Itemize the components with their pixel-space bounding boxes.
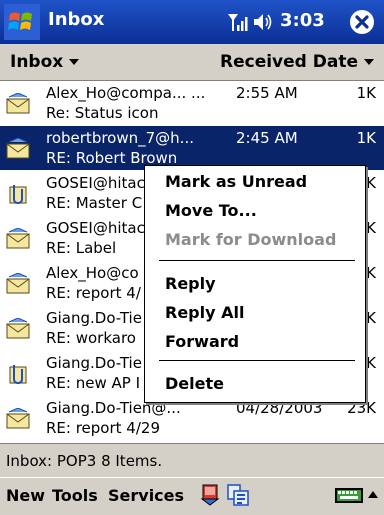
message-sender: GOSEI@hitac — [46, 219, 145, 237]
message-sender: Giang.Do-Tie — [46, 354, 142, 372]
windows-start-icon[interactable] — [4, 4, 40, 40]
envelope-icon — [6, 137, 32, 160]
command-bar: New Tools Services — [0, 477, 384, 515]
envelope-icon — [6, 227, 32, 250]
envelope-icon — [6, 317, 32, 340]
message-subject: RE: workaro — [46, 329, 136, 347]
connectivity-icon[interactable] — [226, 11, 248, 33]
attachment-icon — [6, 183, 32, 205]
sort-dropdown-label: Received Date — [220, 52, 358, 72]
folder-view-icon[interactable] — [226, 483, 250, 507]
close-icon[interactable] — [348, 8, 376, 36]
volume-icon[interactable] — [252, 11, 274, 33]
send-receive-icon[interactable] — [198, 483, 222, 507]
message-size: 1K — [356, 129, 376, 147]
input-panel-arrow-icon[interactable] — [366, 483, 380, 507]
new-menu[interactable]: New — [6, 486, 45, 505]
status-bar: Inbox: POP3 8 Items. — [0, 443, 384, 478]
attachment-icon — [6, 363, 32, 385]
envelope-icon — [6, 92, 32, 115]
message-subject: RE: report 4/29 — [46, 419, 160, 437]
message-subject: RE: report 4/ — [46, 284, 141, 302]
tools-menu[interactable]: Tools — [52, 486, 98, 505]
message-time: 2:55 AM — [236, 84, 298, 102]
message-sender: Giang.Do-Tie — [46, 309, 142, 327]
menu-item-move-to[interactable]: Move To... — [165, 201, 257, 220]
list-header: Inbox Received Date — [0, 44, 384, 81]
menu-separator — [159, 360, 355, 361]
envelope-icon — [6, 407, 32, 430]
chevron-down-icon — [69, 59, 80, 65]
menu-item-mark-for-download: Mark for Download — [165, 230, 337, 249]
menu-item-delete[interactable]: Delete — [165, 374, 224, 393]
window-title: Inbox — [48, 9, 105, 30]
message-sender: Alex_Ho@compa... ... — [46, 84, 206, 102]
title-bar: Inbox 3:03 — [0, 0, 384, 44]
message-row-selected[interactable]: robertbrown_7@h... 2:45 AM 1K RE: Robert… — [0, 126, 384, 170]
message-size: K — [366, 174, 376, 192]
envelope-icon — [6, 272, 32, 295]
menu-separator — [159, 260, 355, 261]
services-menu[interactable]: Services — [108, 486, 184, 505]
menu-item-reply-all[interactable]: Reply All — [165, 303, 244, 322]
menu-item-forward[interactable]: Forward — [165, 332, 239, 351]
status-text: Inbox: POP3 8 Items. — [6, 452, 163, 470]
message-subject: RE: new AP I — [46, 374, 140, 392]
menu-item-mark-as-unread[interactable]: Mark as Unread — [165, 172, 307, 191]
pocket-pc-inbox-screen: Inbox 3:03 Inbox Received Date Alex_Ho@c… — [0, 0, 384, 515]
clock[interactable]: 3:03 — [280, 10, 325, 31]
message-time: 2:45 AM — [236, 129, 298, 147]
menu-item-reply[interactable]: Reply — [165, 274, 216, 293]
folder-dropdown-label: Inbox — [10, 52, 64, 72]
message-row[interactable]: Alex_Ho@compa... ... 2:55 AM 1K Re: Stat… — [0, 81, 384, 125]
message-subject: RE: Label — [46, 239, 117, 257]
chevron-down-icon — [364, 59, 374, 65]
message-subject: RE: Master C — [46, 194, 143, 212]
message-subject: Re: Status icon — [46, 104, 159, 122]
sort-dropdown[interactable]: Received Date — [220, 52, 374, 72]
folder-dropdown[interactable]: Inbox — [10, 52, 80, 72]
message-sender: robertbrown_7@h... — [46, 129, 194, 147]
message-size: 1K — [356, 84, 376, 102]
message-sender: Alex_Ho@co — [46, 264, 139, 282]
keyboard-icon[interactable] — [334, 483, 364, 507]
message-sender: GOSEI@hitac — [46, 174, 145, 192]
context-menu: Mark as Unread Move To... Mark for Downl… — [144, 165, 366, 403]
